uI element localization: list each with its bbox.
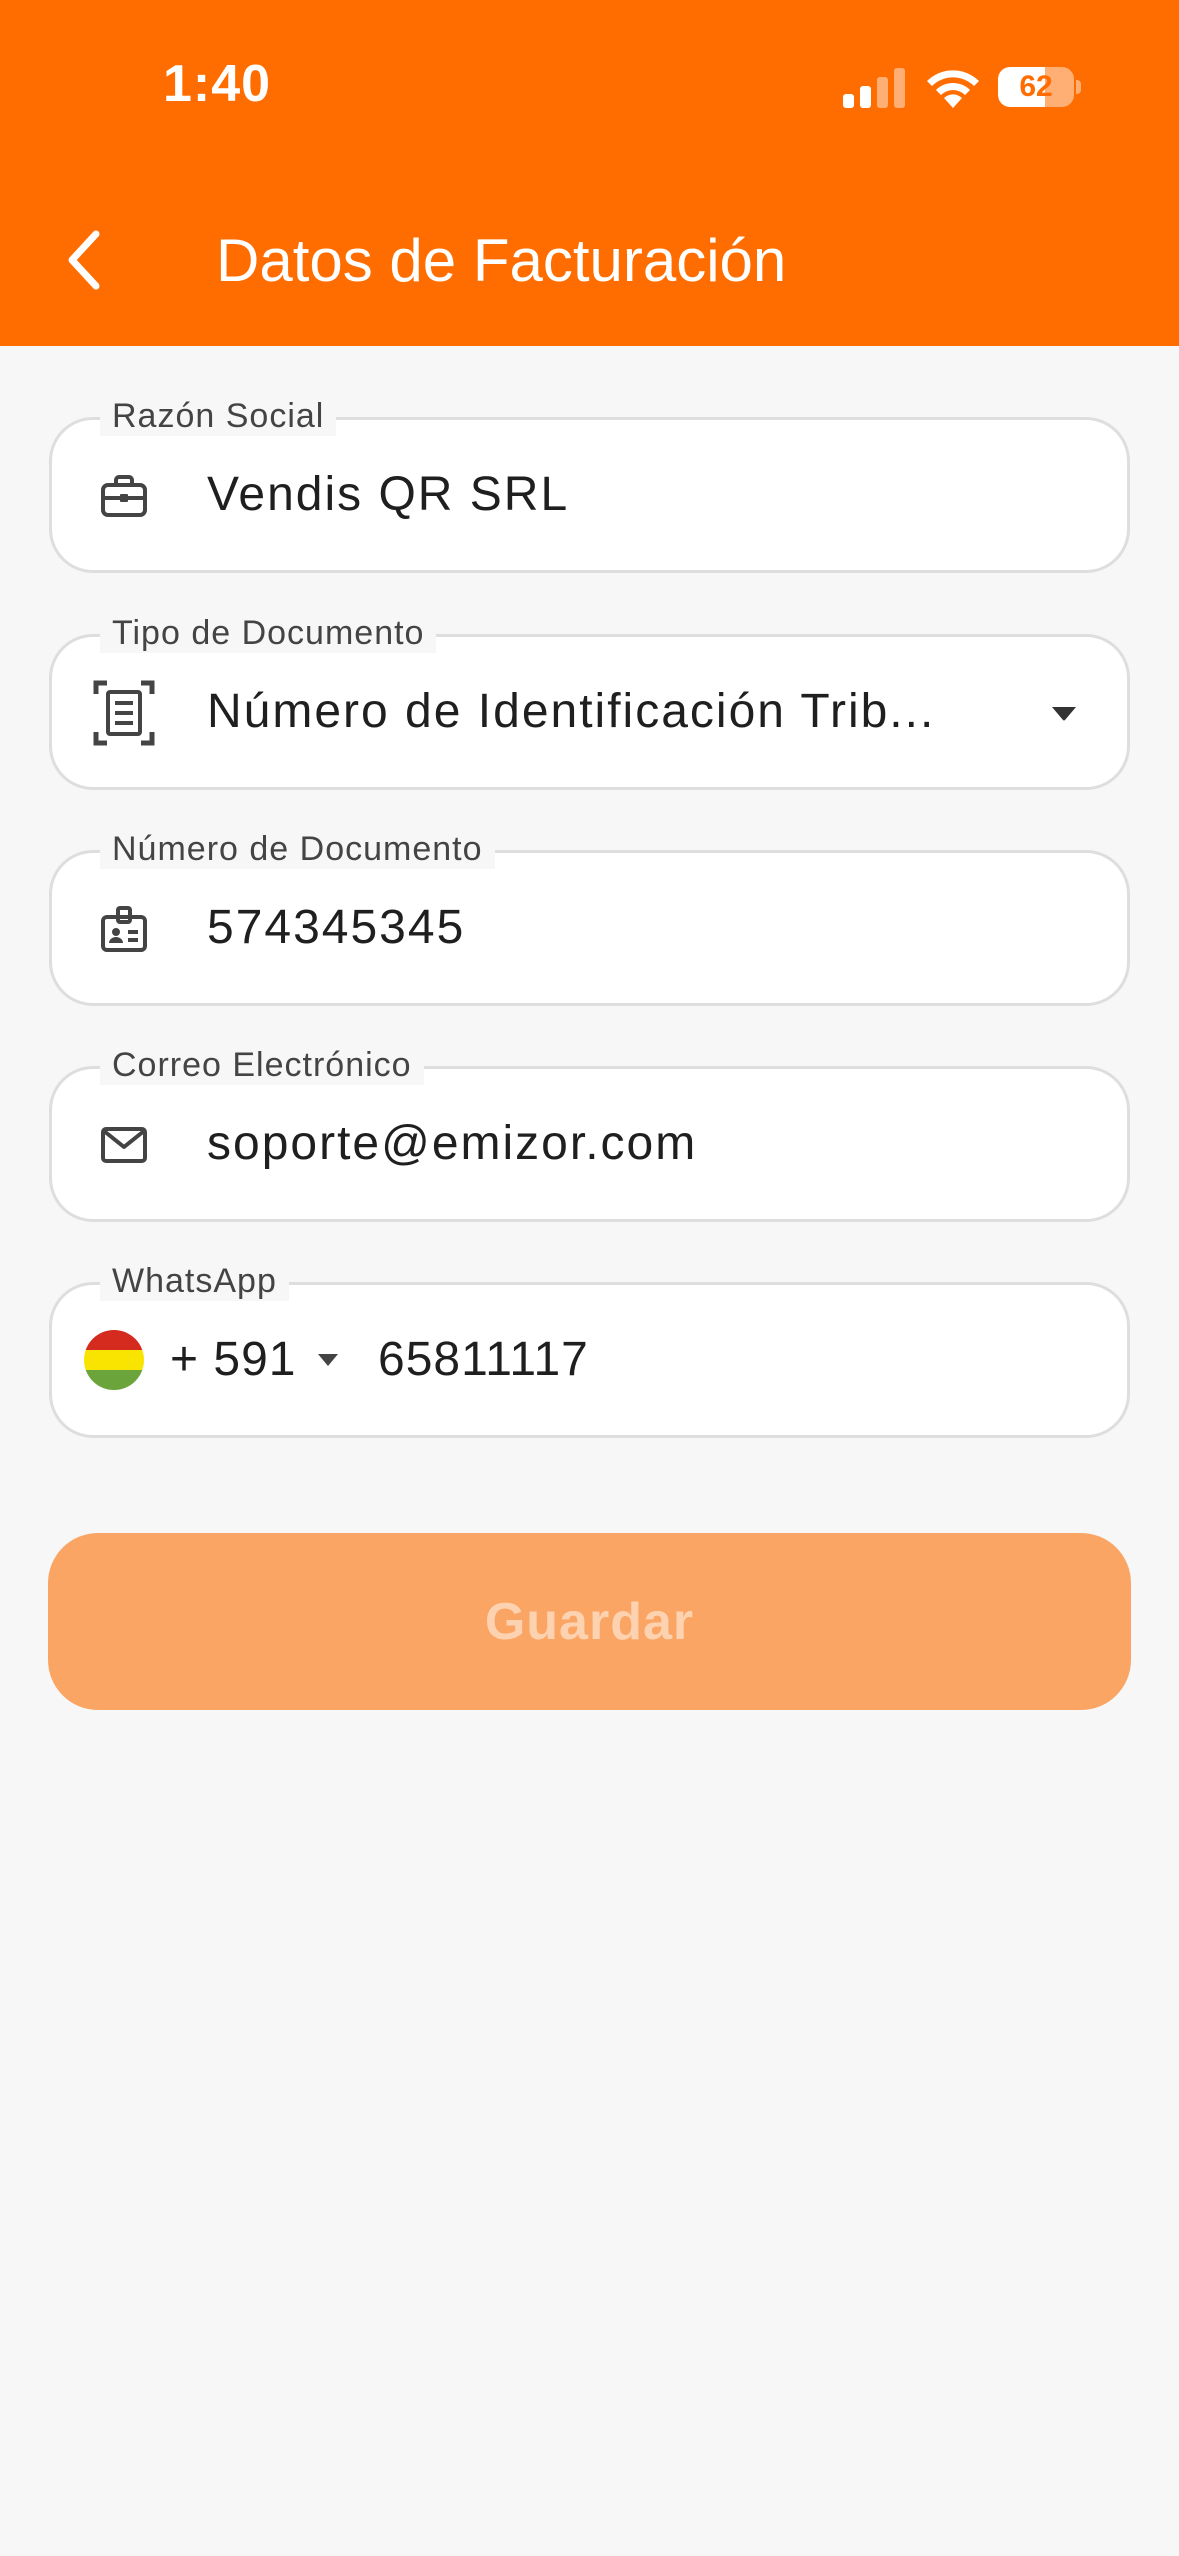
country-code-caret-icon[interactable] [315, 1351, 341, 1369]
bolivia-flag-icon[interactable] [84, 1330, 144, 1390]
battery-level-text: 62 [1019, 70, 1053, 103]
chevron-left-icon [68, 230, 100, 290]
dropdown-caret-icon[interactable] [1044, 698, 1084, 728]
numero-documento-field[interactable]: Número de Documento 574345345 [49, 829, 1130, 1006]
country-code-selector[interactable]: + 591 [170, 1285, 296, 1435]
app-header: 1:40 62 Datos de Facturación [0, 0, 1179, 346]
razon-social-input[interactable]: Vendis QR SRL [207, 420, 569, 570]
briefcase-icon [92, 464, 156, 528]
page-title: Datos de Facturación [216, 227, 787, 294]
cellular-signal-icon [843, 68, 905, 108]
wifi-icon [927, 70, 979, 108]
battery-icon: 62 [998, 67, 1081, 107]
tipo-documento-select[interactable]: Tipo de Documento Número de Identificaci… [49, 613, 1130, 790]
correo-input[interactable]: soporte@emizor.com [207, 1069, 697, 1219]
status-time: 1:40 [163, 55, 272, 113]
numero-documento-input[interactable]: 574345345 [207, 853, 465, 1003]
back-button[interactable] [52, 222, 116, 298]
save-button[interactable]: Guardar [48, 1533, 1131, 1710]
razon-social-field[interactable]: Razón Social Vendis QR SRL [49, 396, 1130, 573]
document-scan-icon [92, 680, 156, 746]
mail-icon [92, 1113, 156, 1177]
tipo-documento-value: Número de Identificación Trib... [207, 685, 936, 738]
whatsapp-field[interactable]: WhatsApp + 591 65811117 [49, 1261, 1130, 1438]
id-badge-icon [92, 897, 156, 961]
whatsapp-input[interactable]: 65811117 [378, 1285, 589, 1435]
correo-field[interactable]: Correo Electrónico soporte@emizor.com [49, 1045, 1130, 1222]
